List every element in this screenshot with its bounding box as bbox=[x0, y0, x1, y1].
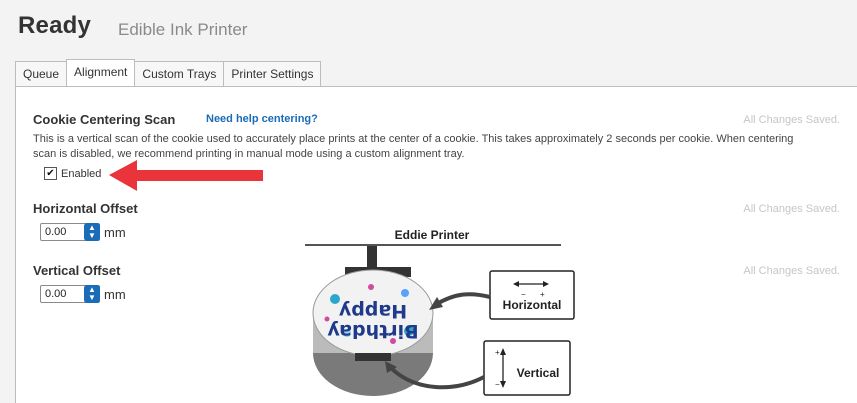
spin-up-down-icon[interactable]: ▲ ▼ bbox=[84, 223, 100, 241]
printer-rail bbox=[305, 244, 561, 246]
alignment-panel: Cookie Centering Scan Need help centerin… bbox=[15, 86, 857, 403]
cookie-icon: Birthday Happy bbox=[312, 269, 434, 396]
tab-printer-settings[interactable]: Printer Settings bbox=[223, 61, 322, 86]
vertical-offset-title: Vertical Offset bbox=[33, 263, 121, 278]
horizontal-offset-saved-status: All Changes Saved. bbox=[743, 203, 840, 215]
vertical-label: Vertical bbox=[517, 366, 560, 380]
vertical-offset-saved-status: All Changes Saved. bbox=[743, 265, 840, 277]
svg-text:−: − bbox=[495, 380, 500, 389]
vertical-offset-unit: mm bbox=[104, 286, 126, 302]
tab-bar: Queue Alignment Custom Trays Printer Set… bbox=[15, 59, 322, 86]
horizontal-label: Horizontal bbox=[503, 298, 562, 312]
alignment-diagram: Eddie Printer Birthday Happy − + Horizon… bbox=[305, 228, 575, 396]
diagram-printer-label: Eddie Printer bbox=[395, 228, 470, 242]
cookie-text-birthday: Birthday bbox=[327, 320, 419, 342]
printer-status: Ready bbox=[18, 12, 92, 39]
vertical-offset-stepper: ▲▼ mm bbox=[40, 285, 126, 303]
cookie-text-happy: Happy bbox=[338, 300, 407, 322]
horizontal-offset-stepper: ▲▼ mm bbox=[40, 223, 126, 241]
red-callout-arrow-icon bbox=[109, 160, 263, 191]
svg-text:+: + bbox=[495, 348, 500, 357]
spin-up-down-icon[interactable]: ▲ ▼ bbox=[84, 285, 100, 303]
tab-custom-trays[interactable]: Custom Trays bbox=[134, 61, 225, 86]
print-head-stem bbox=[367, 246, 377, 268]
horizontal-offset-title: Horizontal Offset bbox=[33, 201, 138, 216]
cookie-scan-saved-status: All Changes Saved. bbox=[743, 114, 840, 126]
header: Ready Edible Ink Printer bbox=[18, 12, 247, 52]
horizontal-offset-unit: mm bbox=[104, 224, 126, 240]
tab-queue[interactable]: Queue bbox=[15, 61, 68, 86]
tab-alignment[interactable]: Alignment bbox=[66, 59, 136, 86]
printer-name: Edible Ink Printer bbox=[118, 20, 248, 39]
horizontal-callout: − + Horizontal bbox=[429, 270, 575, 320]
